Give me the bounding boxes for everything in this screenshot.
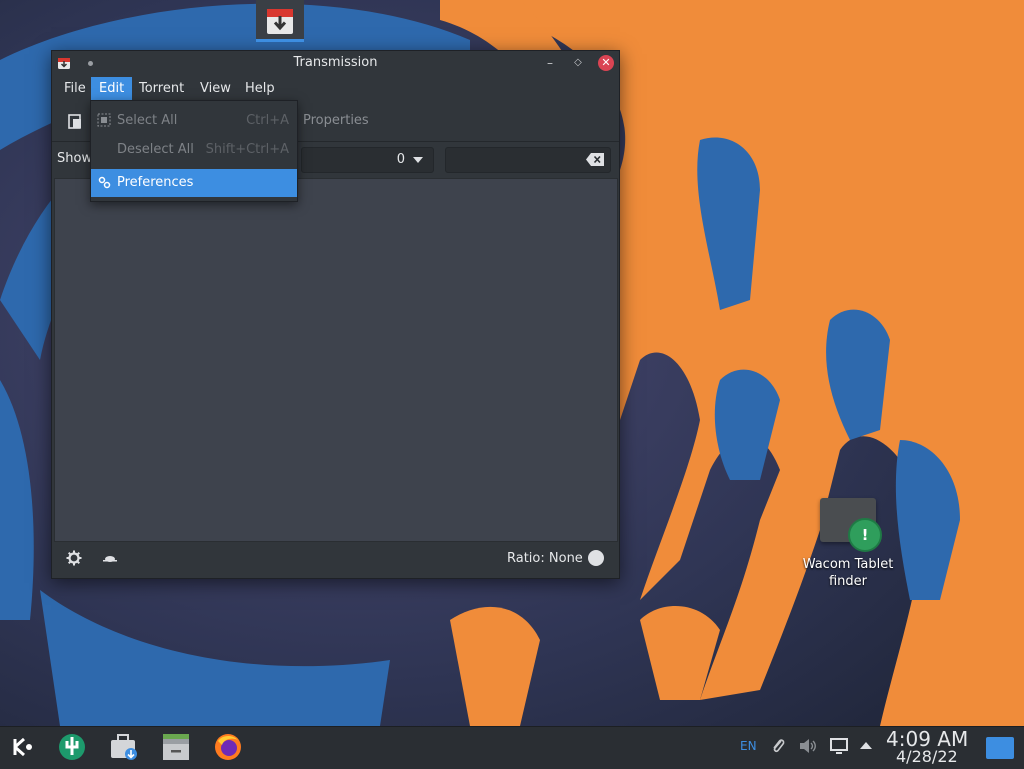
select-all-icon — [97, 113, 111, 127]
clock-date[interactable]: 4/28/22 — [896, 747, 958, 766]
menu-file[interactable]: File — [56, 77, 94, 101]
paperclip-icon[interactable] — [770, 737, 786, 755]
clear-text-icon[interactable] — [586, 153, 604, 166]
window-titlebar[interactable]: Transmission – ◇ ✕ — [52, 51, 619, 75]
menu-item-shortcut: Shift+Ctrl+A — [205, 142, 289, 157]
chevron-up-icon[interactable] — [859, 740, 873, 750]
volume-icon[interactable] — [798, 737, 818, 755]
menu-item-shortcut: Ctrl+A — [246, 113, 289, 128]
menu-torrent[interactable]: Torrent — [131, 77, 192, 101]
open-torrent-icon[interactable] — [66, 112, 84, 130]
edit-menu-dropdown: Select All Ctrl+A Deselect All Shift+Ctr… — [90, 100, 298, 202]
display-icon[interactable] — [830, 737, 848, 755]
active-task-indicator — [256, 39, 304, 42]
menu-help[interactable]: Help — [237, 77, 283, 101]
keyboard-layout-indicator[interactable]: EN — [740, 739, 757, 753]
menu-view[interactable]: View — [192, 77, 239, 101]
gear-icon[interactable] — [66, 550, 82, 566]
turtle-icon[interactable] — [102, 554, 118, 564]
system-settings-icon[interactable] — [56, 731, 88, 763]
minimize-button[interactable]: – — [542, 55, 558, 71]
maximize-button[interactable]: ◇ — [570, 55, 586, 71]
close-button[interactable]: ✕ — [598, 55, 614, 71]
menubar: File Edit Torrent View Help — [52, 77, 619, 101]
show-filter-label: Show — [57, 151, 93, 166]
desktop-icon-label: Wacom Tablet finder — [802, 557, 894, 589]
desktop-icon-wacom-tablet-finder[interactable]: ! Wacom Tablet finder — [803, 496, 893, 596]
menu-item-deselect-all[interactable]: Deselect All Shift+Ctrl+A — [91, 136, 297, 164]
firefox-icon[interactable] — [212, 731, 244, 763]
search-input[interactable] — [445, 147, 611, 173]
menu-edit[interactable]: Edit — [91, 77, 133, 101]
discover-store-icon[interactable] — [108, 731, 140, 763]
preferences-icon — [98, 176, 111, 189]
menu-item-preferences[interactable]: Preferences — [91, 169, 297, 197]
menu-item-label: Preferences — [117, 175, 194, 190]
show-desktop-button[interactable] — [986, 737, 1014, 759]
kde-launcher-icon[interactable] — [6, 731, 38, 763]
menu-item-label: Deselect All — [117, 142, 194, 157]
file-manager-icon[interactable] — [160, 731, 192, 763]
menu-item-select-all[interactable]: Select All Ctrl+A — [91, 107, 297, 135]
window-title: Transmission — [293, 55, 378, 70]
taskbar-task-transmission[interactable] — [256, 0, 304, 42]
properties-button[interactable]: Properties — [303, 113, 369, 128]
ratio-icon[interactable] — [588, 550, 604, 566]
torrent-list[interactable] — [54, 178, 618, 542]
tracker-filter-count: 0 — [396, 152, 405, 167]
tracker-filter-combo[interactable]: 0 — [301, 147, 434, 173]
chevron-down-icon — [413, 157, 423, 163]
warning-badge-icon: ! — [848, 518, 882, 552]
transmission-icon — [267, 9, 293, 34]
menu-item-label: Select All — [117, 113, 178, 128]
ratio-status[interactable]: Ratio: None — [507, 551, 583, 566]
status-bar: Ratio: None — [52, 542, 619, 576]
